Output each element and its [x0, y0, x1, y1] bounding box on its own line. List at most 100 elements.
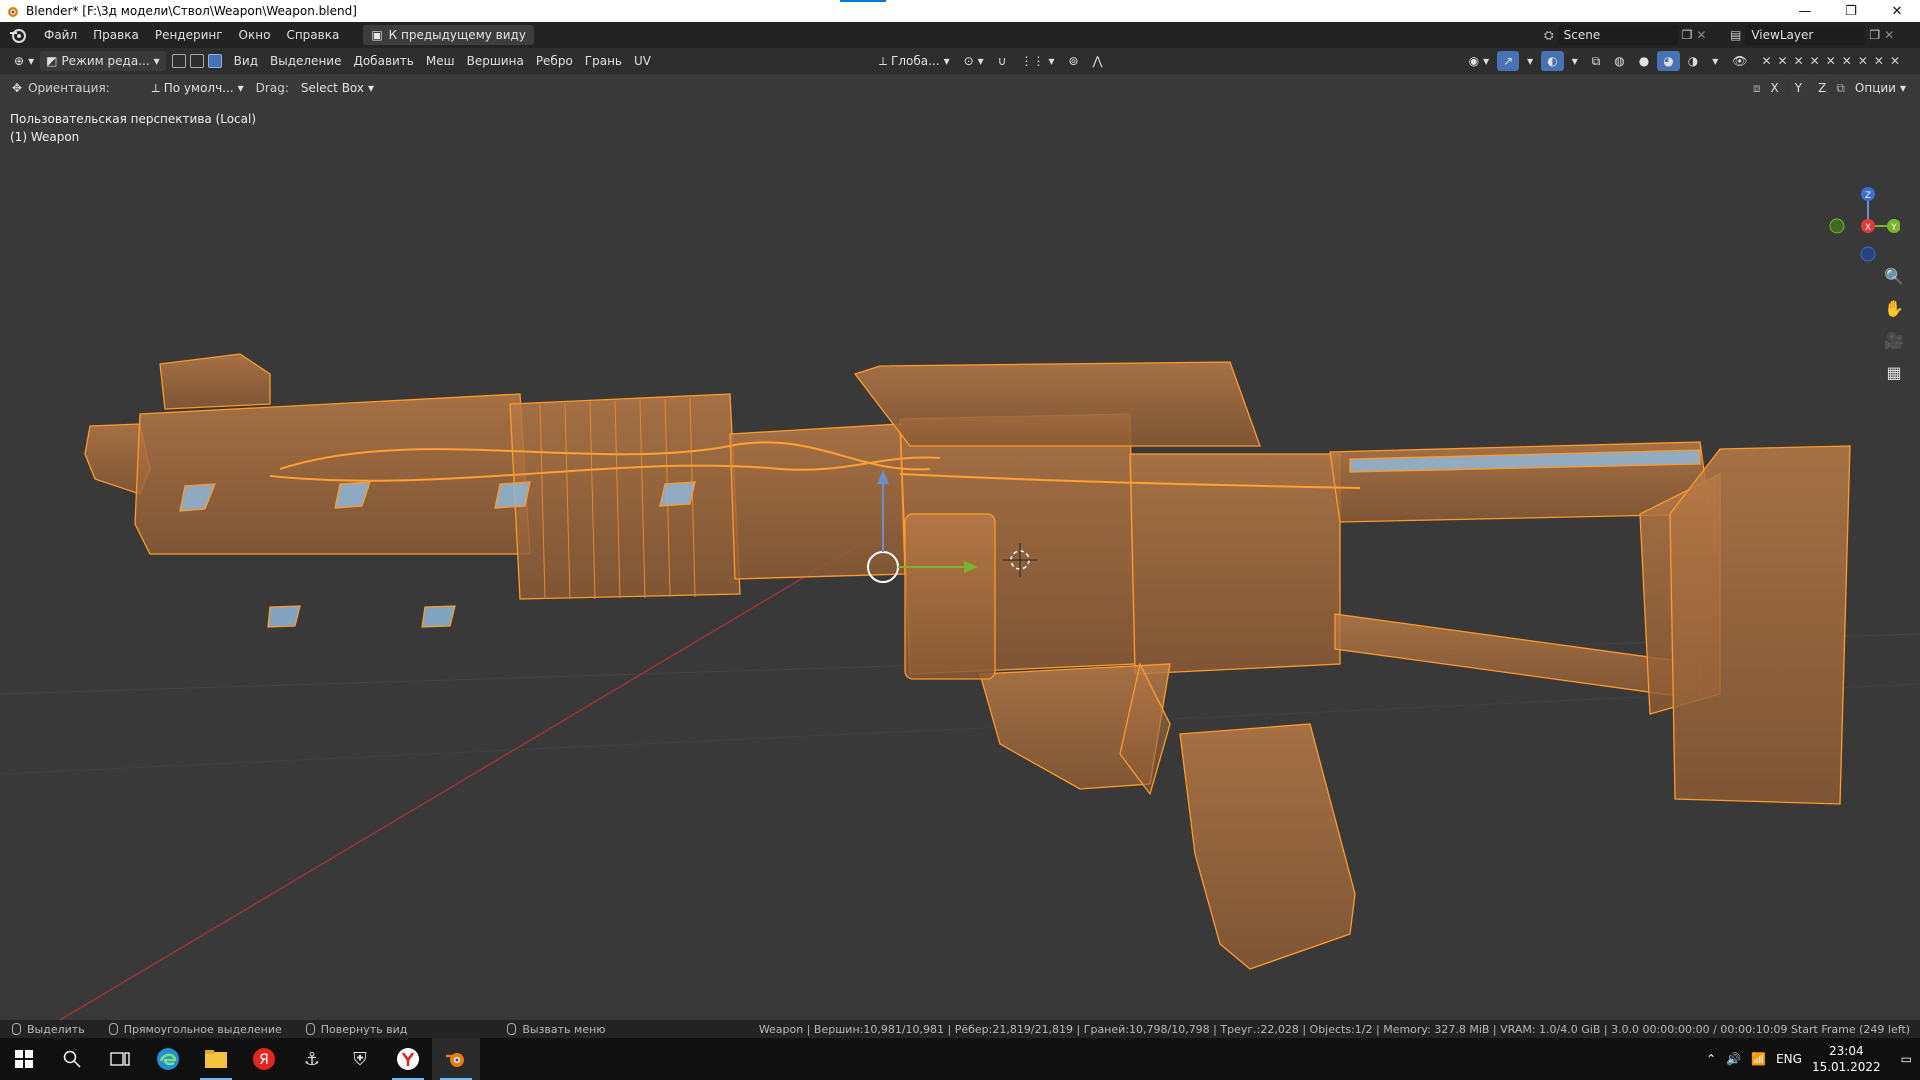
menu-edit[interactable]: Правка — [85, 22, 147, 48]
viewlayer-icon[interactable]: ▤ — [1730, 28, 1741, 42]
shading-wireframe[interactable]: ◍ — [1608, 51, 1630, 71]
yandex-browser-icon[interactable] — [384, 1038, 432, 1080]
scene-selector: ⛭ Scene ❐ ✕ — [1544, 25, 1724, 45]
menu-render[interactable]: Рендеринг — [147, 22, 231, 48]
maximize-button[interactable]: ❐ — [1828, 0, 1874, 22]
world-of-tanks-icon[interactable]: ⛨ — [336, 1038, 384, 1080]
status-box-select: Прямоугольное выделение — [108, 1023, 282, 1036]
anchor-icon: ⚓ — [303, 1048, 321, 1070]
overlays-toggle[interactable]: ◐ — [1541, 51, 1564, 71]
chevron-down-icon: ▾ — [943, 54, 950, 68]
menu-face[interactable]: Грань — [579, 51, 628, 71]
screen-icon: ▣ — [371, 28, 383, 42]
falloff-button[interactable]: ⋀ — [1087, 51, 1109, 71]
visibility-selectability-button[interactable]: ◉ ▾ — [1463, 51, 1496, 71]
volume-icon[interactable]: 🔊 — [1726, 1052, 1741, 1066]
status-rotate-label: Повернуть вид — [320, 1022, 408, 1036]
navigation-gizmo[interactable]: Z Y X — [1820, 184, 1900, 264]
overlays-options[interactable]: ▾ — [1566, 51, 1584, 71]
edge-select-icon[interactable] — [189, 54, 204, 68]
shading-rendered[interactable]: ◑ — [1682, 51, 1704, 71]
menu-add[interactable]: Добавить — [347, 51, 419, 71]
menu-window[interactable]: Окно — [231, 22, 279, 48]
xray-toggle[interactable]: ⧉ — [1586, 51, 1607, 71]
overlays-icon: ◐ — [1547, 54, 1558, 68]
shading-options[interactable]: ▾ — [1706, 51, 1724, 71]
menu-edge[interactable]: Ребро — [530, 51, 579, 71]
shading-material[interactable]: ◕ — [1657, 51, 1680, 71]
menu-select[interactable]: Выделение — [264, 51, 347, 71]
input-language[interactable]: ENG — [1776, 1052, 1802, 1066]
world-of-warships-icon[interactable]: ⚓ — [288, 1038, 336, 1080]
system-tray: ⌃ 🔊 📶 ENG 23:04 15.01.2022 ▭ — [1706, 1038, 1920, 1080]
transform-orientation-selector[interactable]: ⟂ Глоба... ▾ — [873, 51, 956, 71]
menu-file[interactable]: Файл — [36, 22, 85, 48]
snap-toggle[interactable]: ∪ — [992, 51, 1013, 71]
tray-chevron-up-icon[interactable]: ⌃ — [1706, 1052, 1716, 1066]
gizmo-y-label: Y — [1890, 223, 1897, 233]
mode-selector[interactable]: ◩ Режим реда... ▾ — [40, 51, 166, 71]
transform-orientation-label: Глоба... — [891, 54, 940, 68]
close-button[interactable]: ✕ — [1874, 0, 1920, 22]
material-sphere-icon: ◕ — [1663, 54, 1674, 68]
menu-uv[interactable]: UV — [628, 51, 657, 71]
task-view-icon[interactable] — [96, 1038, 144, 1080]
pan-hand-icon[interactable]: ✋ — [1882, 296, 1906, 320]
blender-app-icon — [8, 7, 18, 17]
blender-taskbar-icon[interactable] — [432, 1038, 480, 1080]
search-icon[interactable] — [48, 1038, 96, 1080]
viewport-3d[interactable]: ✥ Ориентация: ⟂ По умолч... ▾ Drag: Select… — [0, 74, 1920, 1020]
delete-scene-icon[interactable]: ✕ — [1696, 28, 1706, 42]
edge-browser-icon[interactable] — [144, 1038, 192, 1080]
editor-type-button[interactable]: ⊕ ▾ — [8, 51, 40, 71]
falloff-curve-icon: ⋀ — [1092, 54, 1103, 68]
yandex-icon[interactable]: Я — [240, 1038, 288, 1080]
shield-icon: ⛨ — [353, 1048, 367, 1070]
pivot-icon: ⊙ — [963, 54, 974, 68]
top-menu-bar: Файл Правка Рендеринг Окно Справка ▣ К п… — [0, 22, 1920, 48]
edit-mode-icon: ◩ — [46, 54, 58, 68]
wifi-icon[interactable]: 📶 — [1751, 1052, 1766, 1066]
orientation-axes-icon: ⟂ — [879, 53, 888, 68]
gizmo-options[interactable]: ▾ — [1521, 51, 1539, 71]
menu-view[interactable]: Вид — [228, 51, 264, 71]
chevron-down-icon: ▾ — [1483, 54, 1490, 68]
chevron-down-icon: ▾ — [153, 54, 160, 68]
navigation-tools: 🔍 ✋ 🎥 ▦ — [1882, 264, 1906, 384]
ortho-grid-icon[interactable]: ▦ — [1882, 360, 1906, 384]
view-eye-toggle[interactable]: 👁 — [1726, 51, 1753, 71]
new-viewlayer-icon[interactable]: ❐ — [1869, 28, 1880, 42]
rendered-sphere-icon: ◑ — [1687, 54, 1699, 68]
restrict-toggles[interactable]: ✕✕✕✕✕✕✕✕✕ — [1756, 51, 1913, 71]
new-scene-icon[interactable]: ❐ — [1682, 28, 1693, 42]
camera-view-icon[interactable]: 🎥 — [1882, 328, 1906, 352]
weapon-mesh[interactable] — [84, 353, 1851, 970]
zoom-icon[interactable]: 🔍 — [1882, 264, 1906, 288]
proportional-edit-toggle[interactable]: ⊚ — [1063, 51, 1085, 71]
minimize-button[interactable]: — — [1782, 0, 1828, 22]
gizmo-toggle[interactable]: ↗ — [1497, 51, 1520, 71]
back-to-previous-button[interactable]: ▣ К предыдущему виду — [363, 25, 534, 45]
viewlayer-name: ViewLayer — [1751, 28, 1814, 42]
scene-field[interactable]: Scene — [1557, 25, 1678, 45]
svg-text:Я: Я — [259, 1052, 269, 1068]
scene-canvas — [0, 353, 1920, 1020]
menu-vertex[interactable]: Вершина — [461, 51, 530, 71]
shading-solid[interactable]: ● — [1633, 51, 1655, 71]
file-explorer-icon[interactable] — [192, 1038, 240, 1080]
proportional-icon: ⊚ — [1068, 54, 1079, 68]
start-button[interactable] — [0, 1038, 48, 1080]
menu-help[interactable]: Справка — [278, 22, 347, 48]
scene-icon[interactable]: ⛭ — [1544, 28, 1554, 43]
clock[interactable]: 23:04 15.01.2022 — [1812, 1043, 1881, 1075]
notifications-icon[interactable]: ▭ — [1901, 1052, 1912, 1066]
snap-target-button[interactable]: ⋮⋮ ▾ — [1014, 51, 1060, 71]
viewlayer-field[interactable]: ViewLayer — [1745, 25, 1866, 45]
pivot-point-button[interactable]: ⊙ ▾ — [958, 51, 990, 71]
delete-viewlayer-icon[interactable]: ✕ — [1884, 28, 1894, 42]
face-select-icon[interactable] — [207, 54, 222, 68]
menu-mesh[interactable]: Меш — [420, 51, 461, 71]
vertex-select-icon[interactable] — [171, 54, 186, 68]
chevron-down-icon: ▾ — [28, 54, 35, 68]
blender-logo-icon[interactable] — [8, 25, 28, 45]
